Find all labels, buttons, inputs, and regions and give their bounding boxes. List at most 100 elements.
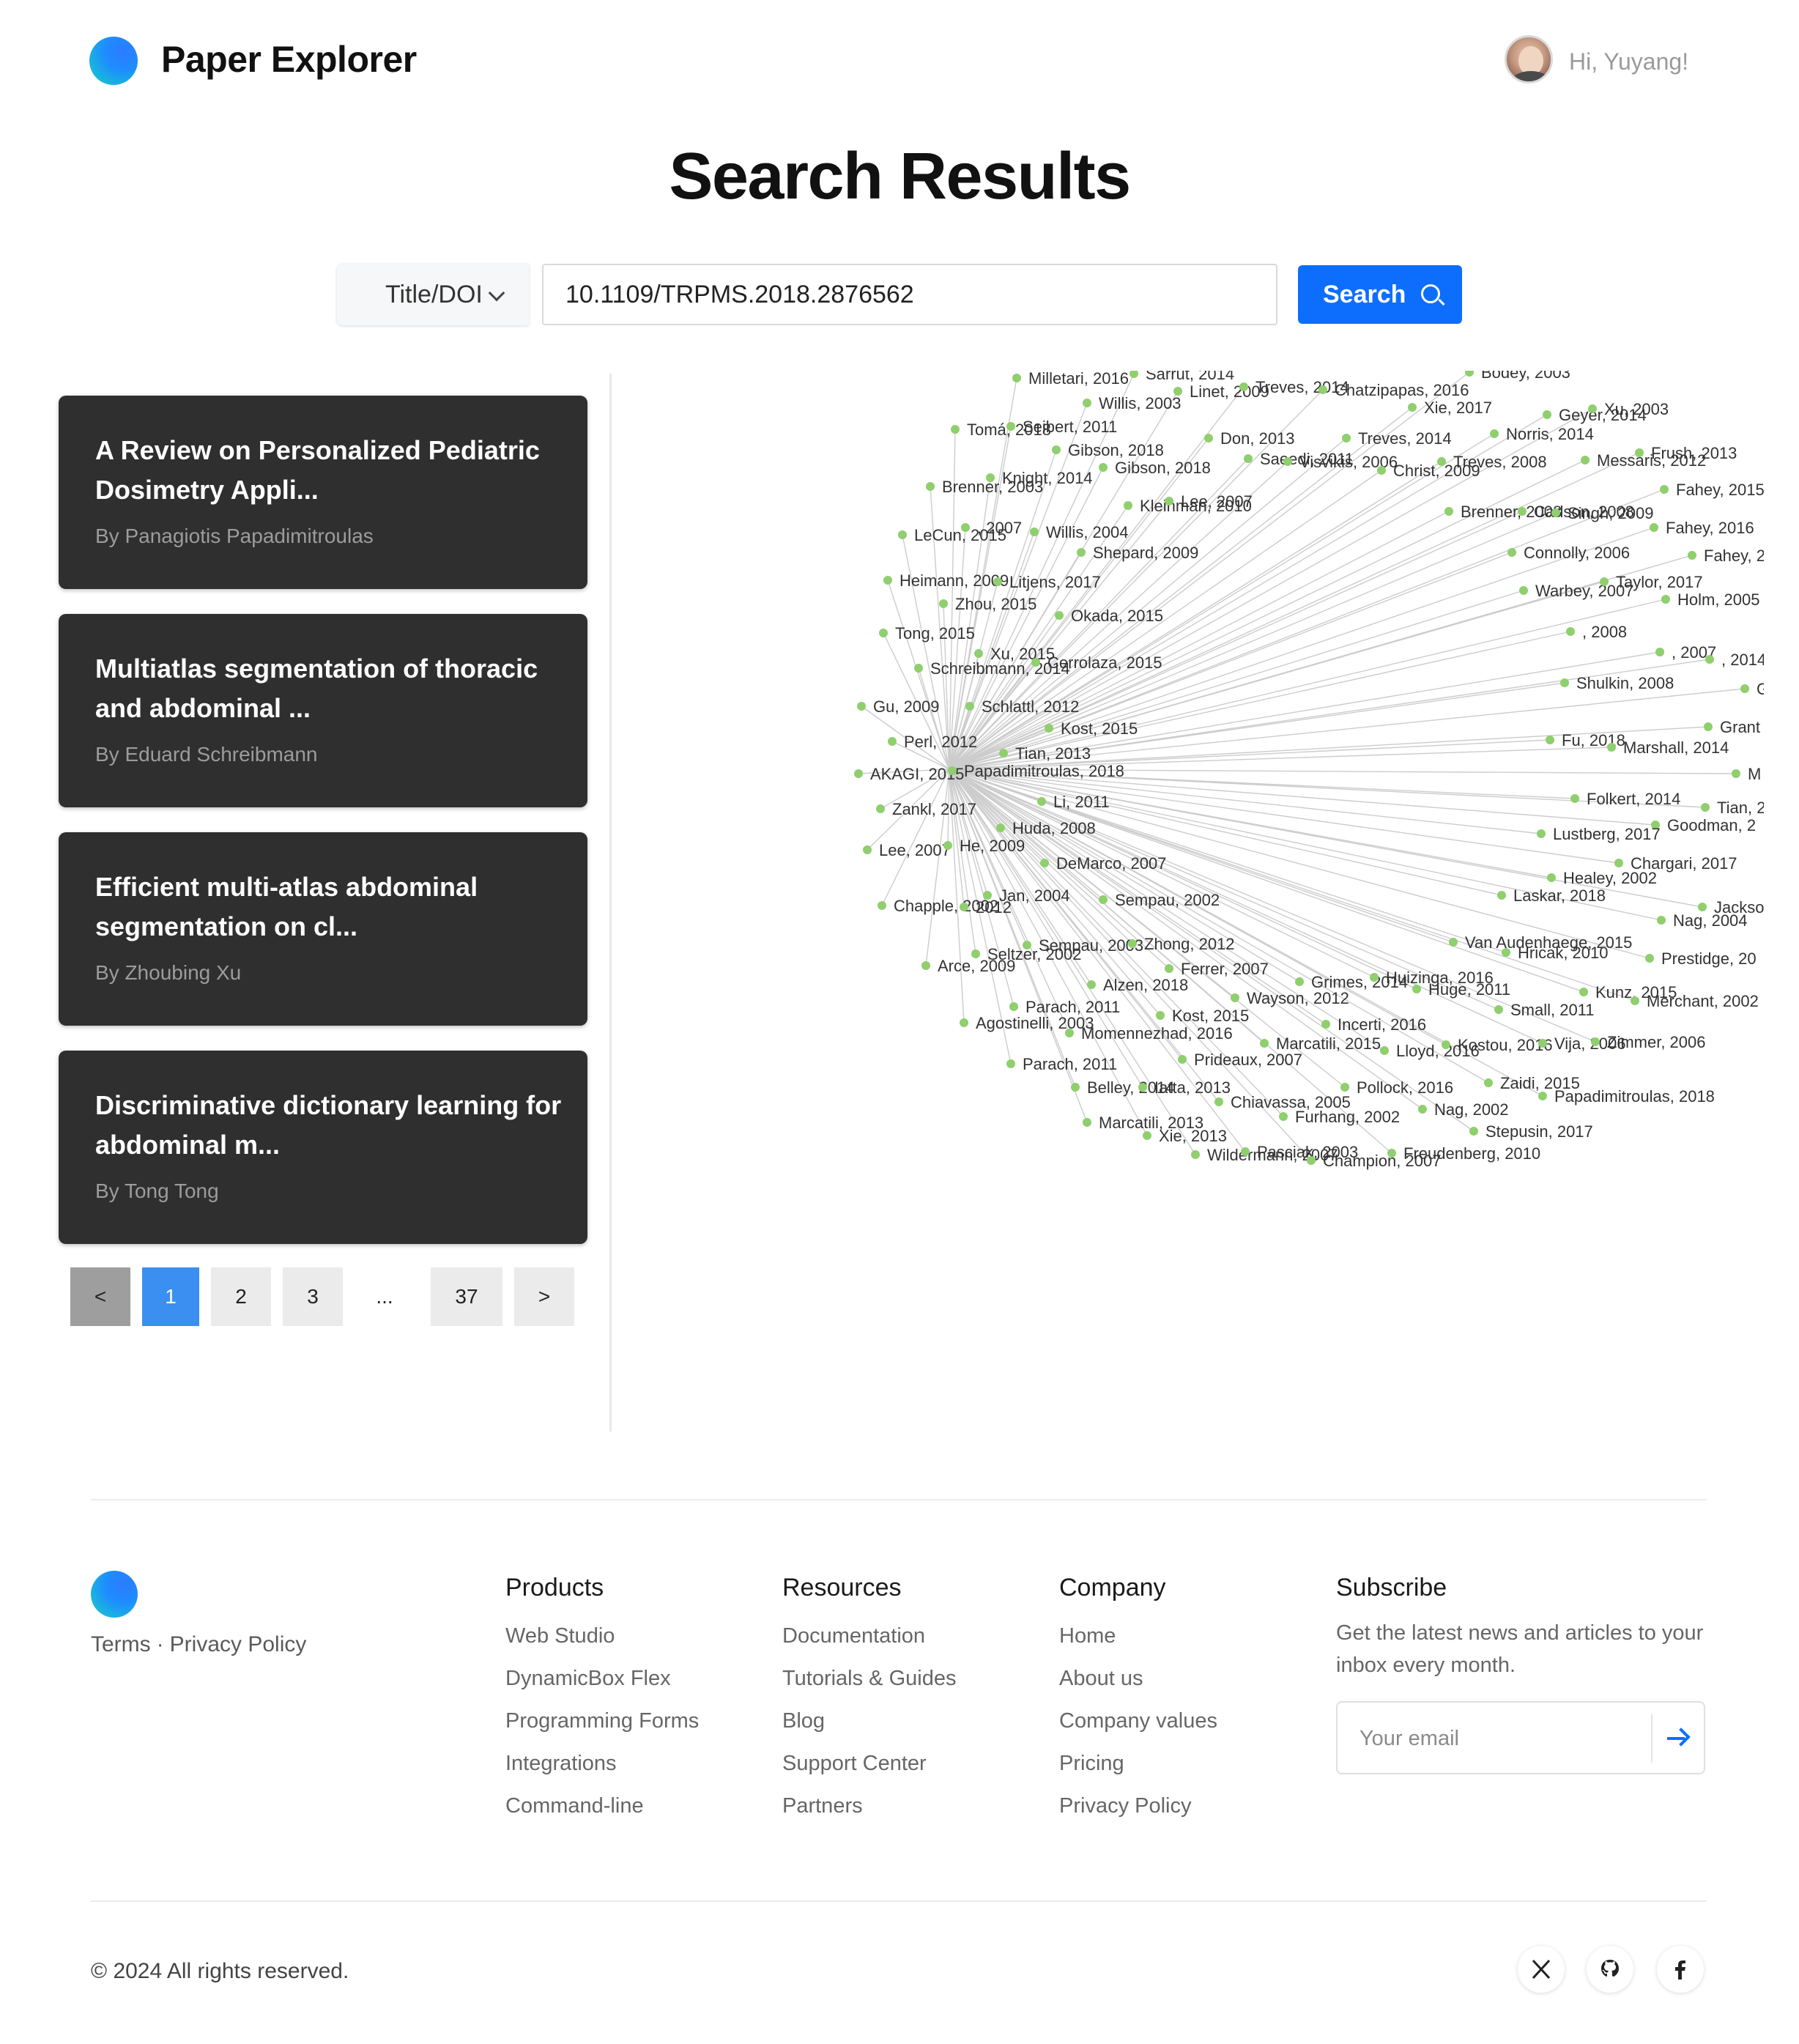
graph-node[interactable]	[996, 823, 1005, 832]
graph-node[interactable]	[1231, 993, 1239, 1002]
graph-node[interactable]	[1543, 410, 1551, 419]
graph-node[interactable]	[1600, 577, 1609, 586]
graph-node[interactable]	[1214, 1097, 1223, 1106]
graph-node[interactable]	[1342, 434, 1351, 443]
graph-node[interactable]	[1030, 527, 1039, 536]
graph-node[interactable]	[1055, 611, 1064, 620]
graph-node[interactable]	[1465, 371, 1474, 377]
graph-node[interactable]	[1178, 1055, 1187, 1064]
graph-node[interactable]	[1318, 385, 1327, 394]
graph-node[interactable]	[1688, 551, 1696, 560]
graph-node[interactable]	[1645, 954, 1654, 963]
pagination-page-2[interactable]: 2	[211, 1267, 271, 1326]
graph-node[interactable]	[951, 425, 960, 434]
footer-link[interactable]: Integrations	[505, 1752, 699, 1775]
graph-node[interactable]	[1494, 1005, 1503, 1014]
graph-node[interactable]	[1052, 445, 1061, 454]
graph-node[interactable]	[876, 804, 885, 813]
graph-node[interactable]	[1387, 1149, 1396, 1158]
graph-node[interactable]	[863, 845, 872, 854]
terms-link[interactable]: Terms	[91, 1632, 151, 1656]
graph-node[interactable]	[939, 599, 948, 608]
footer-link[interactable]: Privacy Policy	[1059, 1794, 1217, 1818]
graph-node[interactable]	[1138, 1083, 1147, 1092]
graph-node[interactable]	[888, 737, 897, 746]
graph-node[interactable]	[926, 482, 935, 491]
footer-link[interactable]: Documentation	[782, 1624, 956, 1648]
footer-link[interactable]: Home	[1059, 1624, 1217, 1648]
graph-node[interactable]	[878, 901, 886, 910]
pagination-next-button[interactable]: >	[514, 1267, 574, 1326]
footer-link[interactable]: Web Studio	[505, 1624, 699, 1648]
footer-link[interactable]: Tutorials & Guides	[782, 1667, 956, 1690]
graph-node[interactable]	[898, 530, 907, 539]
citation-graph-canvas[interactable]: Milletari, 2016 Sarrut, 2014 Bodey, 2003 Wi…	[798, 371, 1764, 1177]
result-card[interactable]: Multiatlas segmentation of thoracic and …	[59, 614, 587, 807]
graph-node[interactable]	[1444, 507, 1453, 516]
graph-node[interactable]	[1546, 736, 1554, 744]
search-button[interactable]: Search	[1298, 265, 1462, 324]
graph-node[interactable]	[1704, 722, 1713, 731]
graph-node[interactable]	[1037, 797, 1046, 806]
graph-node[interactable]	[1009, 1002, 1018, 1011]
footer-link[interactable]: About us	[1059, 1667, 1217, 1690]
graph-node[interactable]	[1412, 985, 1421, 993]
footer-link[interactable]: Command-line	[505, 1794, 699, 1818]
result-card[interactable]: Discriminative dictionary learning for a…	[59, 1051, 587, 1244]
graph-node[interactable]	[1418, 1105, 1427, 1114]
graph-node[interactable]	[1191, 1150, 1200, 1159]
pagination-page-3[interactable]: 3	[283, 1267, 343, 1326]
graph-node[interactable]	[1660, 485, 1669, 494]
graph-node[interactable]	[1469, 1127, 1478, 1136]
graph-node[interactable]	[1295, 977, 1304, 986]
pagination-page-last[interactable]: 37	[431, 1267, 502, 1326]
graph-node[interactable]	[1071, 1083, 1080, 1092]
graph-node[interactable]	[1655, 648, 1664, 656]
footer-link[interactable]: Pricing	[1059, 1752, 1217, 1775]
graph-node[interactable]	[1705, 655, 1714, 664]
result-card[interactable]: A Review on Personalized Pediatric Dosim…	[59, 396, 587, 589]
graph-node[interactable]	[943, 841, 952, 850]
graph-node[interactable]	[1040, 859, 1049, 867]
graph-node[interactable]	[1045, 724, 1053, 733]
footer-link[interactable]: Programming Forms	[505, 1709, 699, 1733]
graph-node[interactable]	[1156, 1011, 1165, 1020]
graph-node[interactable]	[1012, 374, 1021, 382]
facebook-icon[interactable]	[1657, 1946, 1704, 1993]
graph-node[interactable]	[1607, 743, 1616, 752]
graph-node[interactable]	[1099, 463, 1108, 472]
graph-node[interactable]	[1165, 497, 1173, 506]
graph-node[interactable]	[1507, 548, 1516, 557]
graph-node[interactable]	[883, 576, 892, 585]
graph-node[interactable]	[921, 961, 930, 970]
graph-node[interactable]	[1124, 501, 1132, 510]
graph-node[interactable]	[999, 749, 1008, 758]
search-type-dropdown[interactable]: Title/DOI	[337, 264, 529, 325]
footer-link[interactable]: Support Center	[782, 1752, 956, 1775]
graph-node[interactable]	[1340, 1083, 1349, 1092]
graph-node[interactable]	[1588, 404, 1597, 413]
graph-node[interactable]	[1087, 980, 1096, 989]
graph-node[interactable]	[1449, 938, 1458, 947]
pagination-prev-button[interactable]: <	[70, 1267, 130, 1326]
graph-node[interactable]	[965, 702, 974, 711]
result-card[interactable]: Efficient multi-atlas abdominal segmenta…	[59, 832, 587, 1026]
search-input[interactable]	[542, 264, 1277, 325]
graph-node[interactable]	[1560, 678, 1569, 687]
graph-node[interactable]	[1657, 916, 1666, 925]
graph-node[interactable]	[1370, 973, 1379, 982]
graph-node[interactable]	[960, 903, 968, 911]
graph-node[interactable]	[854, 769, 863, 778]
graph-node[interactable]	[1570, 794, 1579, 803]
graph-node[interactable]	[1173, 387, 1182, 396]
graph-node[interactable]	[1631, 996, 1639, 1005]
graph-node[interactable]	[1260, 1039, 1269, 1048]
graph-node[interactable]	[1650, 523, 1658, 532]
graph-node[interactable]	[1551, 508, 1560, 517]
privacy-link[interactable]: Privacy Policy	[170, 1632, 307, 1656]
graph-node[interactable]	[1490, 429, 1499, 438]
graph-node[interactable]	[1547, 873, 1556, 882]
graph-node[interactable]	[1581, 456, 1590, 464]
graph-node[interactable]	[1519, 586, 1528, 595]
graph-node[interactable]	[961, 523, 970, 532]
